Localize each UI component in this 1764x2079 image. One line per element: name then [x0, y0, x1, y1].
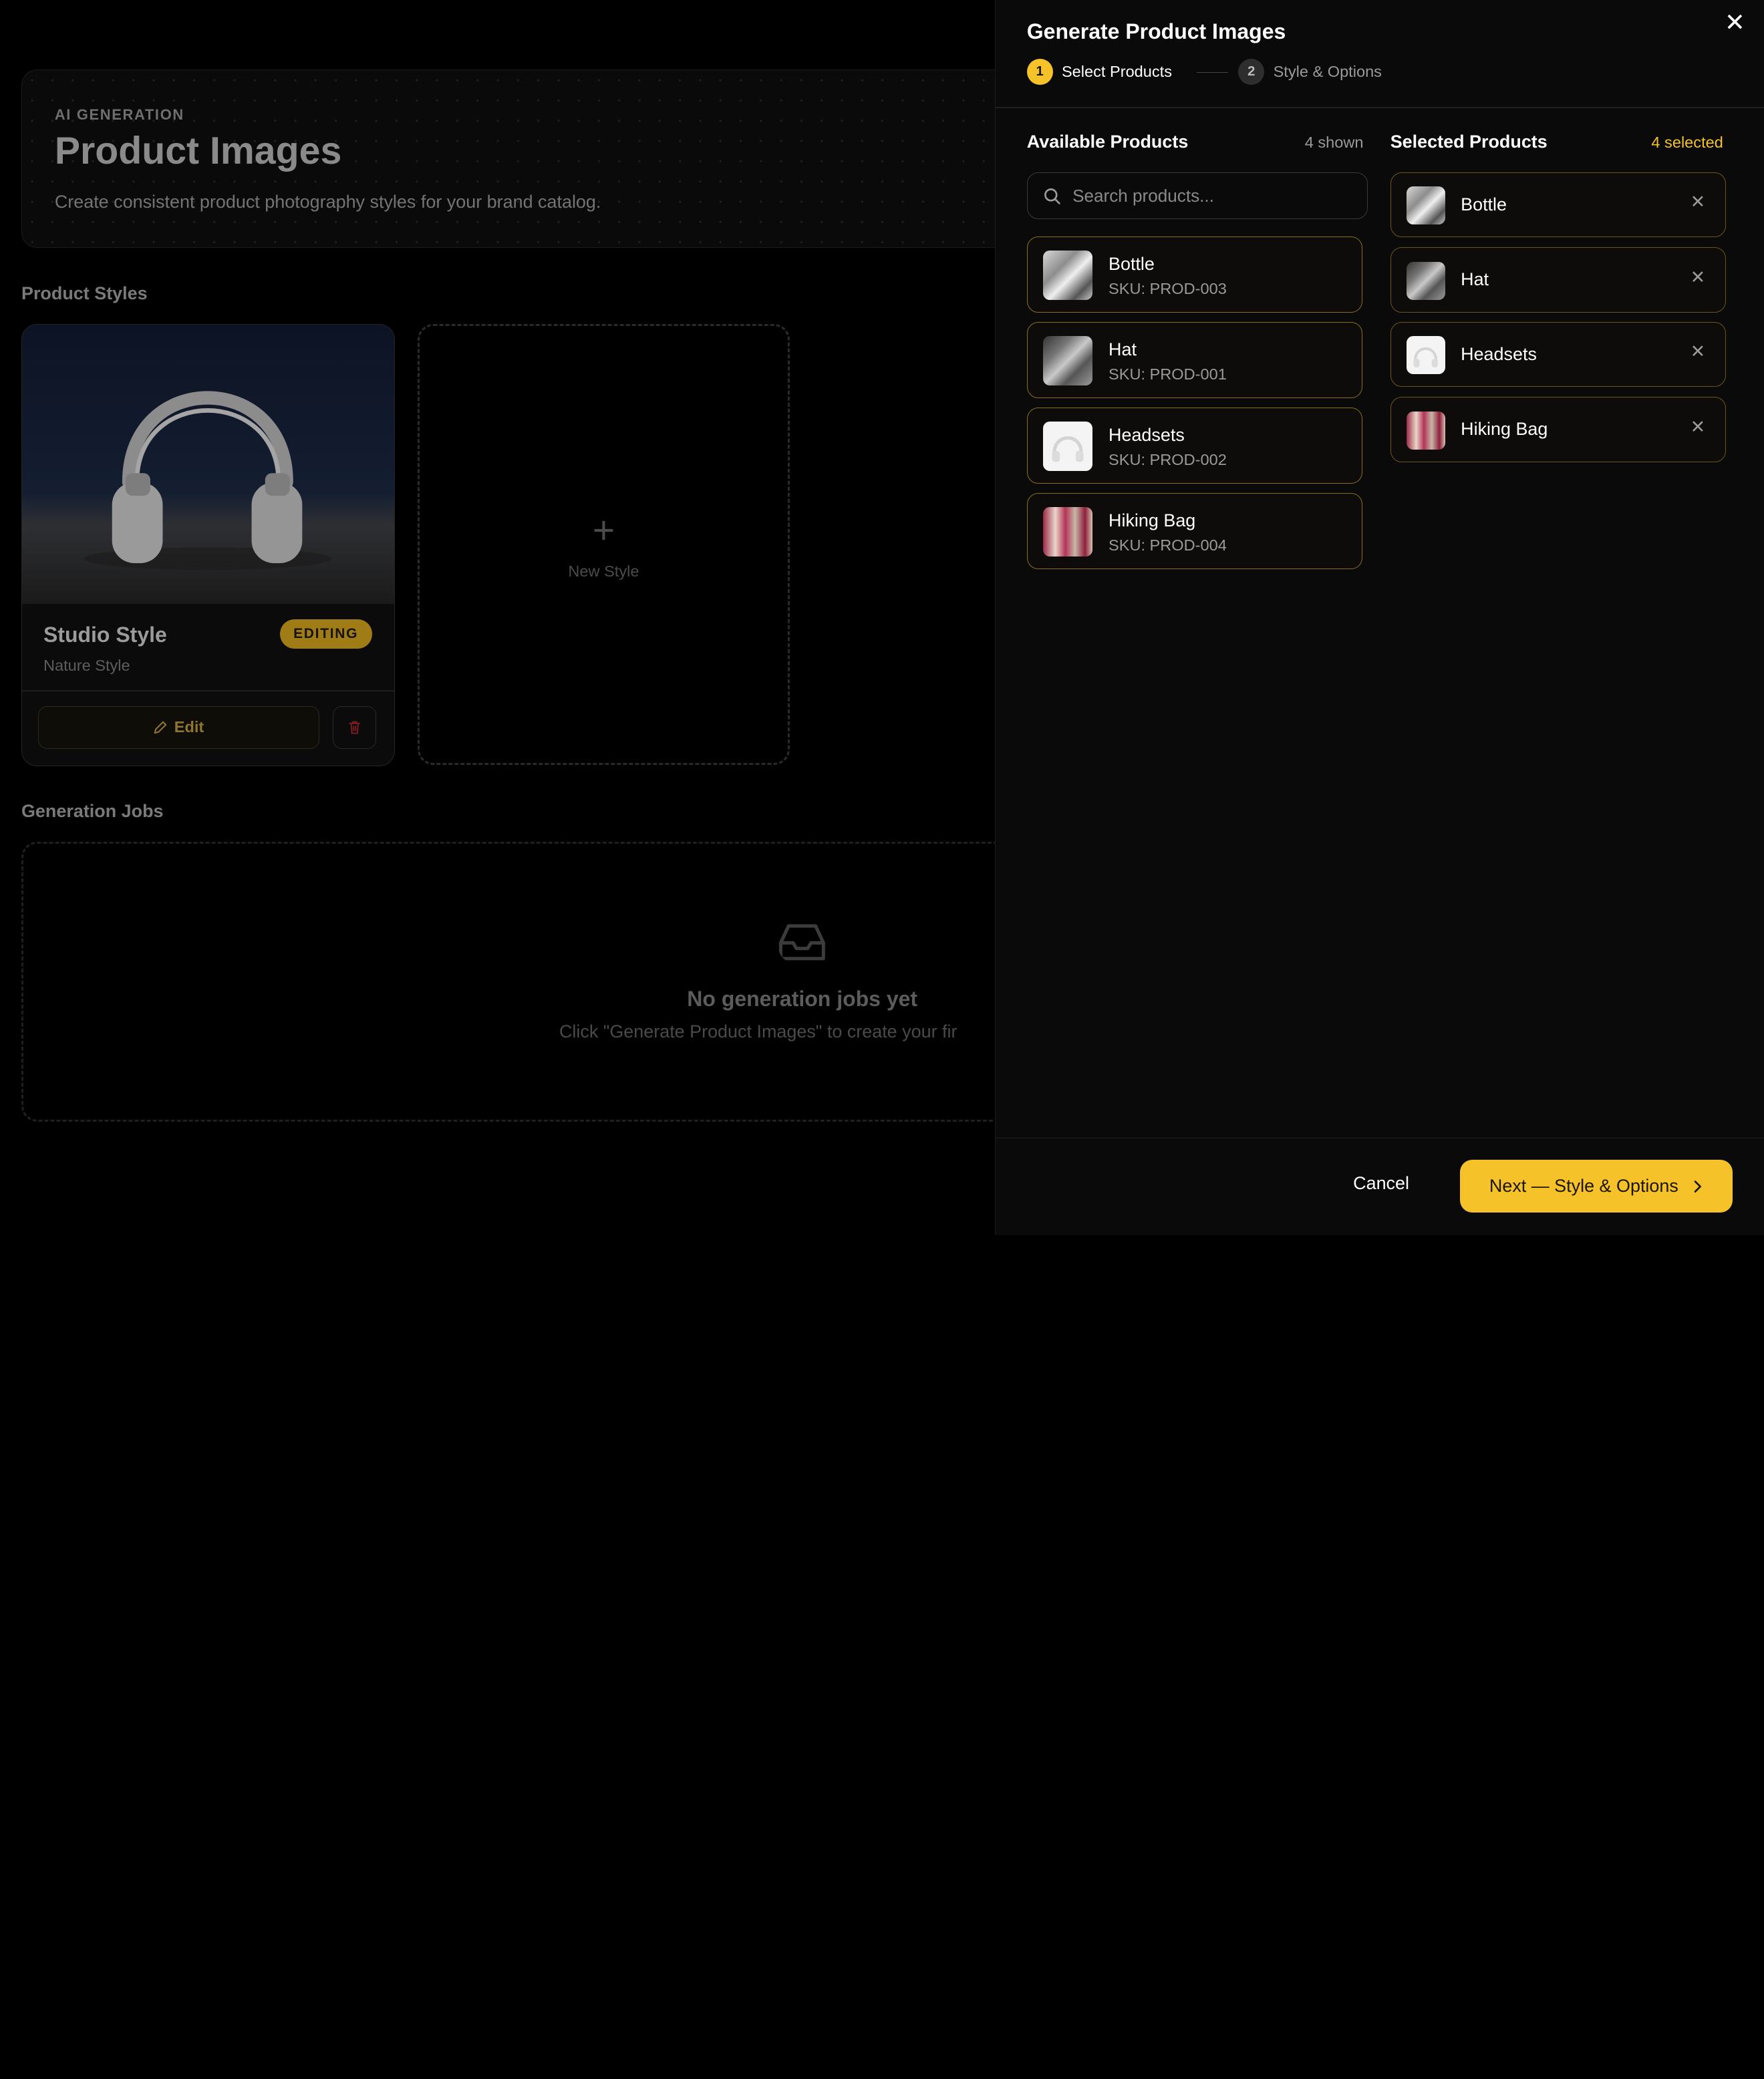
footer-divider: [995, 1137, 1764, 1139]
page-subtitle: Create consistent product photography st…: [54, 192, 601, 212]
next-button[interactable]: Next — Style & Options: [1460, 1160, 1733, 1213]
page-title: Product Images: [54, 129, 342, 172]
product-sku: SKU: PROD-002: [1109, 450, 1227, 468]
product-sku: SKU: PROD-001: [1109, 365, 1227, 383]
new-style-card[interactable]: + New Style: [417, 323, 790, 766]
product-thumbnail: [1407, 261, 1445, 300]
style-card-studio[interactable]: Studio Style Nature Style EDITING Edit: [21, 323, 396, 767]
card-divider: [21, 690, 395, 691]
hero-banner: AI GENERATION Product Images Create cons…: [21, 69, 1035, 248]
new-style-label: New Style: [568, 562, 639, 580]
product-search[interactable]: [1026, 172, 1368, 220]
available-products-heading: Available Products: [1026, 132, 1189, 152]
product-thumbnail: [1043, 506, 1093, 556]
step-label: Style & Options: [1273, 63, 1382, 81]
selected-products-heading: Selected Products: [1390, 132, 1548, 152]
remove-icon[interactable]: ✕: [1690, 192, 1706, 212]
product-thumbnail: [1043, 421, 1093, 471]
product-thumbnail: [1407, 186, 1445, 225]
selected-product-item: Headsets ✕: [1390, 321, 1726, 387]
product-sku: SKU: PROD-004: [1109, 536, 1227, 554]
available-product-item[interactable]: Bottle SKU: PROD-003: [1026, 236, 1362, 313]
chevron-right-icon: [1694, 1180, 1702, 1192]
step-number: 1: [1026, 59, 1053, 86]
style-name: Studio Style: [43, 623, 167, 647]
product-name: Bottle: [1461, 194, 1507, 214]
search-input[interactable]: [1070, 184, 1345, 208]
selected-count: 4 selected: [1651, 134, 1723, 152]
product-name: Hat: [1109, 339, 1137, 359]
product-name: Bottle: [1109, 253, 1155, 274]
header-divider: [995, 106, 1764, 108]
cancel-button[interactable]: Cancel: [1353, 1173, 1409, 1194]
product-name: Headsets: [1461, 343, 1537, 364]
editing-badge: EDITING: [279, 619, 372, 649]
step-style-options: 2 Style & Options: [1238, 59, 1382, 86]
generation-jobs-heading: Generation Jobs: [21, 801, 164, 821]
headset-thumb-icon: [1052, 436, 1084, 462]
product-sku: SKU: PROD-003: [1109, 279, 1227, 297]
edit-label: Edit: [174, 718, 204, 736]
selected-product-item: Bottle ✕: [1390, 172, 1726, 238]
headset-thumb-icon: [1413, 347, 1439, 367]
trash-icon: [349, 721, 360, 734]
product-thumbnail: [1407, 411, 1445, 450]
product-name: Hat: [1461, 269, 1489, 290]
available-product-item[interactable]: Hat SKU: PROD-001: [1026, 321, 1362, 399]
style-subname: Nature Style: [43, 656, 130, 674]
step-label: Select Products: [1061, 63, 1172, 81]
headphones-image: [84, 391, 332, 571]
product-thumbnail: [1043, 250, 1093, 300]
product-name: Hiking Bag: [1461, 419, 1548, 440]
generation-jobs-empty: [21, 841, 1034, 1122]
product-name: Hiking Bag: [1109, 510, 1196, 530]
available-product-item[interactable]: Hiking Bag SKU: PROD-004: [1026, 492, 1362, 570]
search-icon: [1044, 188, 1061, 204]
plus-icon: +: [592, 508, 615, 552]
selected-product-item: Hat ✕: [1390, 247, 1726, 313]
selected-product-item: Hiking Bag ✕: [1390, 397, 1726, 463]
remove-icon[interactable]: ✕: [1690, 267, 1706, 288]
jobs-empty-subtitle: Click "Generate Product Images" to creat…: [559, 1021, 958, 1042]
product-styles-heading: Product Styles: [21, 283, 148, 304]
close-icon[interactable]: ✕: [1725, 10, 1745, 35]
edit-style-button[interactable]: Edit: [37, 705, 319, 749]
generate-panel: Generate Product Images ✕ 1 Select Produ…: [994, 0, 1764, 1236]
available-count: 4 shown: [1304, 134, 1364, 152]
step-connector: [1197, 71, 1229, 73]
remove-icon[interactable]: ✕: [1690, 341, 1706, 362]
panel-title: Generate Product Images: [1026, 19, 1286, 43]
product-thumbnail: [1043, 335, 1093, 385]
inbox-icon: [779, 924, 826, 961]
remove-icon[interactable]: ✕: [1690, 417, 1706, 438]
hero-eyebrow: AI GENERATION: [54, 106, 184, 124]
delete-style-button[interactable]: [332, 705, 377, 749]
available-product-item[interactable]: Headsets SKU: PROD-002: [1026, 407, 1362, 484]
step-select-products: 1 Select Products: [1026, 59, 1172, 86]
style-preview-image: [21, 324, 395, 604]
next-label: Next — Style & Options: [1489, 1176, 1678, 1196]
step-number: 2: [1238, 59, 1265, 86]
product-name: Headsets: [1109, 424, 1185, 445]
pencil-icon: [154, 721, 166, 734]
product-thumbnail: [1407, 335, 1445, 375]
